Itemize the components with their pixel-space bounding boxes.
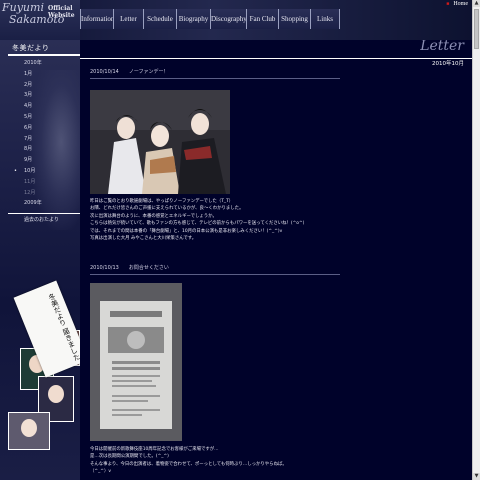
page-title: Letter	[420, 40, 464, 54]
letter-header: Letter	[80, 40, 472, 59]
main-content: Letter 2010年10月 2010/10/14 ノーファンデー！ 昨日はご…	[80, 40, 472, 480]
sidebar-title: 冬美だより	[8, 40, 80, 56]
playbill-photo	[90, 283, 182, 441]
scroll-up-arrow-icon[interactable]: ▲	[473, 0, 480, 7]
main-nav: Information Letter Schedule Biography Di…	[80, 9, 340, 29]
letter-card-text: 冬美だより 届きました	[46, 292, 80, 363]
current-month-label: 2010年10月	[432, 61, 464, 67]
entry-title: お問合せください	[128, 265, 169, 271]
entry-line: そんな事より、今日の出演者は、着物姿で合わせて、ポーっとしても何時ぶり…しっかり…	[90, 461, 287, 467]
entry-body: 今日は開催前の新歌舞伎座10周年記念でお客様がご来場ですが… 是…次は長期間公演…	[90, 446, 345, 476]
month-archive-list: 2010年1月2月3月4月5月6月7月8月9月10月11月12月2009年	[14, 58, 42, 209]
thumbnail-photo[interactable]	[8, 412, 50, 450]
month-archive-item[interactable]: 10月	[14, 166, 42, 177]
nav-item-fan-club[interactable]: Fan Club	[246, 9, 278, 29]
scroll-down-arrow-icon[interactable]: ▼	[473, 473, 480, 480]
month-archive-item[interactable]: 3月	[24, 90, 42, 101]
month-archive-item[interactable]: 9月	[24, 155, 42, 166]
portrait-face	[48, 385, 64, 403]
home-link[interactable]: ■ Home	[446, 1, 468, 7]
month-archive-item[interactable]: 7月	[24, 134, 42, 145]
nav-item-shopping[interactable]: Shopping	[278, 9, 310, 29]
month-archive-item[interactable]: 2月	[24, 80, 42, 91]
entry-photo[interactable]	[90, 90, 230, 194]
month-archive-item[interactable]: 2009年	[24, 198, 42, 209]
nav-item-information[interactable]: Information	[80, 9, 114, 29]
entry-line: 写真は出演した大月 みやこさんと大川栄策さんです。	[90, 236, 197, 242]
entry-header: 2010/10/13 お問合せください	[90, 264, 340, 275]
month-archive-item[interactable]: 4月	[24, 101, 42, 112]
bullet-icon: ■	[446, 2, 450, 7]
sidebar: 冬美だより 2010年1月2月3月4月5月6月7月8月9月10月11月12月20…	[0, 40, 80, 480]
entry-line: こちらは熱気が続いていて、歌もファンの方も感じて、テレビの前からもパワーを送って…	[90, 221, 305, 227]
entry-title: ノーファンデー！	[128, 69, 169, 75]
entry-line: 今日は開催前の新歌舞伎座10周年記念でお客様がご来場ですが…	[90, 447, 219, 452]
month-archive-item[interactable]: 6月	[24, 123, 42, 134]
three-performers-photo	[90, 90, 230, 194]
month-archive-item[interactable]: 2010年	[24, 58, 42, 69]
month-archive-item[interactable]: 12月	[24, 188, 42, 199]
scroll-thumb[interactable]	[474, 9, 479, 49]
past-letters-label[interactable]: 過去のおたより	[24, 216, 59, 223]
nav-item-biography[interactable]: Biography	[176, 9, 210, 29]
month-archive-item[interactable]: 5月	[24, 112, 42, 123]
nav-item-schedule[interactable]: Schedule	[143, 9, 176, 29]
entry-line: （^_^）v	[90, 469, 111, 475]
entry-date: 2010/10/13	[90, 265, 119, 271]
portrait-face	[21, 419, 37, 437]
nav-item-letter[interactable]: Letter	[113, 9, 143, 29]
entry-body: 昨日はご覧のとおり歌謡劇場は、やっぱりノーファンデーでした（T_T） お隣、どれ…	[90, 198, 345, 242]
month-archive-item[interactable]: 8月	[24, 144, 42, 155]
home-link-label: Home	[453, 1, 468, 7]
nav-item-discography[interactable]: Discography	[210, 9, 247, 29]
logo-official-text: Official Website	[48, 5, 75, 19]
entry-date: 2010/10/14	[90, 69, 119, 75]
browser-viewport: Fuyumi Sakamoto Official Website ■ Home I…	[0, 0, 480, 480]
site-header: Fuyumi Sakamoto Official Website ■ Home I…	[0, 0, 472, 40]
entry-line: では、それまでの間は本番の「舞台劇場」と、10月の日本公演も是非お楽しみください…	[90, 228, 283, 234]
entry-line: お隣、どれだけ皆さんのご声援に支えられているかが、良～くわかりました。	[90, 206, 244, 212]
entry-photo[interactable]	[90, 283, 182, 441]
month-archive-item[interactable]: 1月	[24, 69, 42, 80]
entry-line: 昨日はご覧のとおり歌謡劇場は、やっぱりノーファンデーでした（T_T）	[90, 199, 234, 204]
site-logo[interactable]: Fuyumi Sakamoto Official Website	[0, 0, 80, 40]
sidebar-divider	[8, 213, 80, 214]
month-archive-item[interactable]: 11月	[24, 177, 42, 188]
entry-line: 次に出演は舞台のように、本番の感覚とエネルギーでしょうか。	[90, 213, 217, 219]
entry-line: 是…次は長期間公演期間でした。(^_^)	[90, 454, 169, 460]
entry-header: 2010/10/14 ノーファンデー！	[90, 68, 340, 79]
vertical-scrollbar[interactable]: ▲ ▼	[472, 0, 480, 480]
nav-item-links[interactable]: Links	[310, 9, 340, 29]
